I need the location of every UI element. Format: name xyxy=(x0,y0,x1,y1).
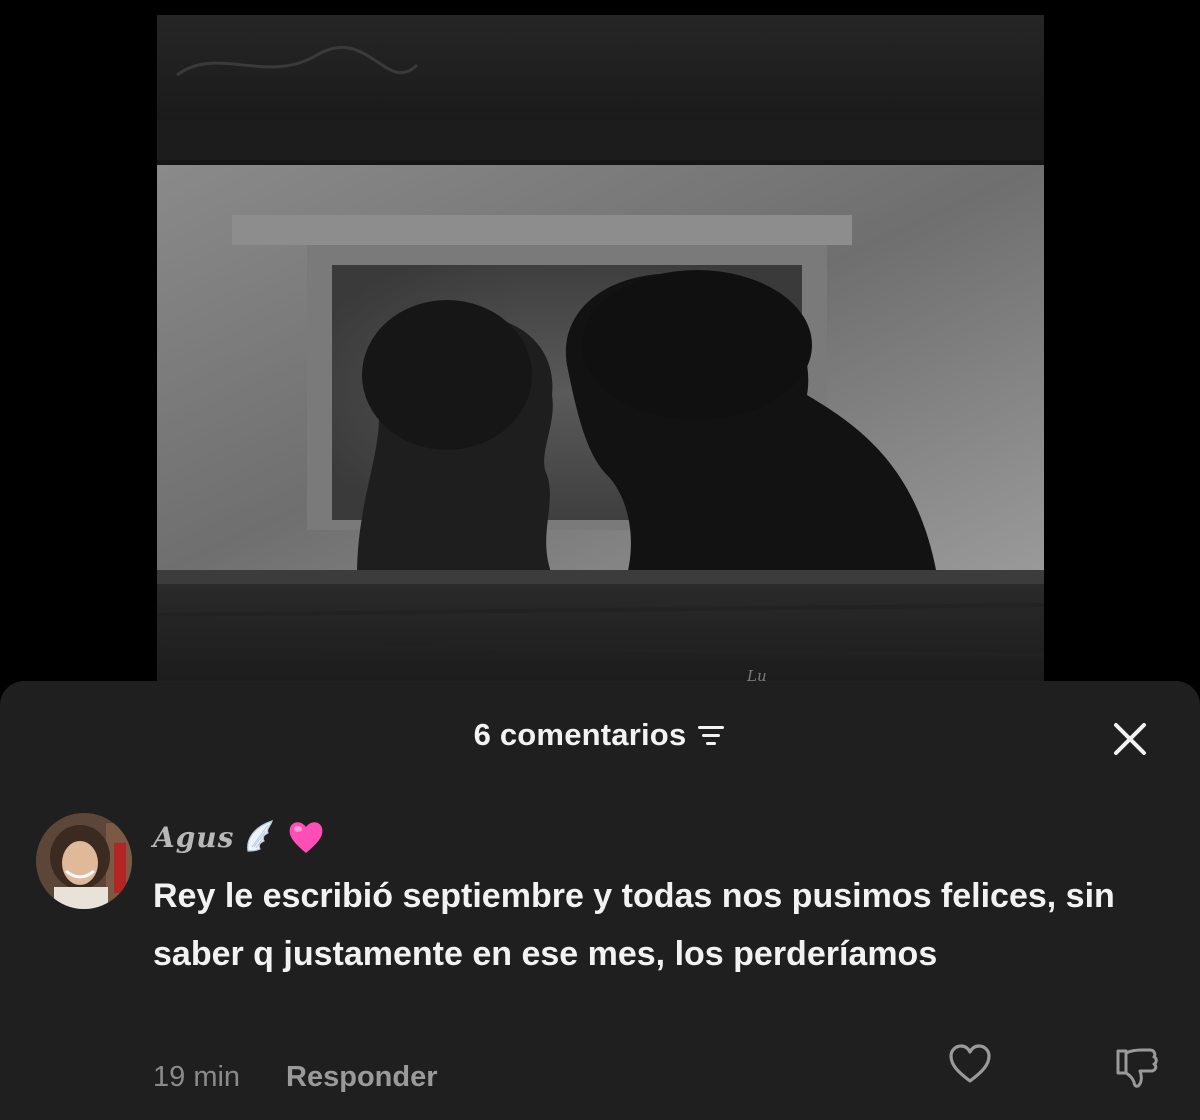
pink-heart-emoji-icon xyxy=(290,822,323,853)
comments-header: 6 comentarios xyxy=(0,717,1200,761)
avatar[interactable] xyxy=(36,813,132,909)
couple-photo xyxy=(157,15,1044,695)
sort-lines-icon[interactable] xyxy=(696,723,726,747)
heart-outline-icon[interactable] xyxy=(946,1041,994,1089)
reply-button[interactable]: Responder xyxy=(286,1061,437,1094)
comments-count-title: 6 comentarios xyxy=(473,717,687,752)
comment-timestamp: 19 min xyxy=(153,1061,241,1093)
post-media-image[interactable]: Lu xyxy=(157,15,1044,695)
comments-sheet: 6 comentarios Agus Rey le escribió septi… xyxy=(0,681,1200,1120)
wing-emoji-icon xyxy=(247,820,274,852)
comment-username[interactable]: Agus xyxy=(153,821,234,854)
close-icon[interactable] xyxy=(1110,719,1150,759)
screen: Lu 6 comentarios Agus Rey le escribió se… xyxy=(0,0,1200,1120)
comment-user-line: Agus xyxy=(153,813,326,861)
comments-title-group[interactable]: 6 comentarios xyxy=(474,717,727,753)
comment-meta: 19 min Responder xyxy=(153,1061,438,1094)
thumbs-down-icon[interactable] xyxy=(1110,1043,1160,1093)
comment-text: Rey le escribió septiembre y todas nos p… xyxy=(153,877,1115,973)
avatar-image xyxy=(36,813,132,909)
